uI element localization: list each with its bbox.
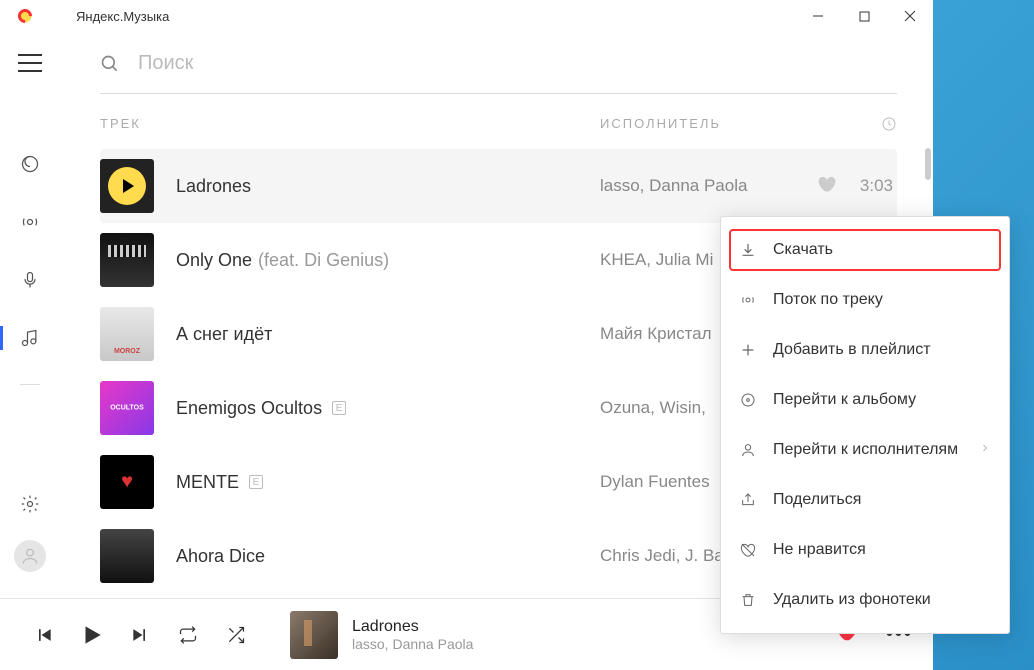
- now-playing-info: Ladrones lasso, Danna Paola: [352, 618, 473, 652]
- sidebar-radio-icon[interactable]: [18, 210, 42, 234]
- sidebar-library-icon[interactable]: [18, 326, 42, 350]
- search-bar: [100, 44, 897, 94]
- trash-icon: [739, 591, 757, 609]
- menu-share[interactable]: Поделиться: [721, 475, 1009, 525]
- dislike-icon: [739, 541, 757, 559]
- stream-icon: [739, 291, 757, 309]
- header-duration: [847, 116, 897, 135]
- now-playing-art[interactable]: [290, 611, 338, 659]
- menu-add-playlist[interactable]: Добавить в плейлист: [721, 325, 1009, 375]
- album-art[interactable]: [100, 233, 154, 287]
- sidebar: [0, 32, 60, 598]
- plus-icon: [739, 341, 757, 359]
- context-menu: Скачать Поток по треку Добавить в плейли…: [720, 216, 1010, 634]
- album-art[interactable]: [100, 307, 154, 361]
- menu-stream[interactable]: Поток по треку: [721, 275, 1009, 325]
- menu-remove[interactable]: Удалить из фонотеки: [721, 575, 1009, 625]
- track-title: Ahora Dice: [176, 546, 600, 567]
- explicit-badge: E: [332, 401, 346, 415]
- track-duration: 3:03: [851, 176, 893, 196]
- track-artist: lasso, Danna Paola: [600, 176, 817, 196]
- track-title: Ladrones: [176, 176, 600, 197]
- search-input[interactable]: [138, 52, 897, 75]
- track-title: А снег идёт: [176, 324, 600, 345]
- menu-dislike[interactable]: Не нравится: [721, 525, 1009, 575]
- repeat-button[interactable]: [168, 615, 208, 655]
- album-art[interactable]: [100, 381, 154, 435]
- now-playing-title[interactable]: Ladrones: [352, 618, 473, 636]
- track-title: Enemigos OcultosE: [176, 398, 600, 419]
- now-playing-artist[interactable]: lasso, Danna Paola: [352, 636, 473, 652]
- artist-icon: [739, 441, 757, 459]
- search-icon: [100, 54, 120, 74]
- app-logo: [14, 5, 36, 27]
- maximize-button[interactable]: [841, 0, 887, 32]
- sidebar-podcast-icon[interactable]: [18, 268, 42, 292]
- menu-go-artists[interactable]: Перейти к исполнителям: [721, 425, 1009, 475]
- chevron-right-icon: [979, 441, 991, 459]
- scrollbar[interactable]: [925, 148, 931, 180]
- track-title: Only One(feat. Di Genius): [176, 250, 600, 271]
- track-row[interactable]: Ladrones lasso, Danna Paola 3:03: [100, 149, 897, 223]
- header-artist: ИСПОЛНИТЕЛЬ: [600, 116, 847, 135]
- track-title: MENTEE: [176, 472, 600, 493]
- album-art[interactable]: [100, 159, 154, 213]
- explicit-badge: E: [249, 475, 263, 489]
- play-button[interactable]: [72, 615, 112, 655]
- sidebar-home-icon[interactable]: [18, 152, 42, 176]
- titlebar: Яндекс.Музыка: [0, 0, 933, 32]
- settings-icon[interactable]: [18, 492, 42, 516]
- clock-icon: [881, 116, 897, 132]
- menu-go-album[interactable]: Перейти к альбому: [721, 375, 1009, 425]
- user-avatar[interactable]: [14, 540, 46, 572]
- window-title: Яндекс.Музыка: [76, 9, 169, 24]
- share-icon: [739, 491, 757, 509]
- play-overlay-icon[interactable]: [108, 167, 146, 205]
- album-icon: [739, 391, 757, 409]
- album-art[interactable]: [100, 455, 154, 509]
- album-art[interactable]: [100, 529, 154, 583]
- download-icon: [739, 241, 757, 259]
- column-headers: ТРЕК ИСПОЛНИТЕЛЬ: [100, 94, 897, 149]
- heart-icon[interactable]: [817, 174, 837, 199]
- sidebar-divider: [20, 384, 40, 402]
- next-button[interactable]: [120, 615, 160, 655]
- shuffle-button[interactable]: [216, 615, 256, 655]
- menu-download[interactable]: Скачать: [725, 225, 1005, 275]
- minimize-button[interactable]: [795, 0, 841, 32]
- prev-button[interactable]: [24, 615, 64, 655]
- header-track: ТРЕК: [100, 116, 600, 135]
- close-button[interactable]: [887, 0, 933, 32]
- menu-toggle[interactable]: [18, 54, 42, 72]
